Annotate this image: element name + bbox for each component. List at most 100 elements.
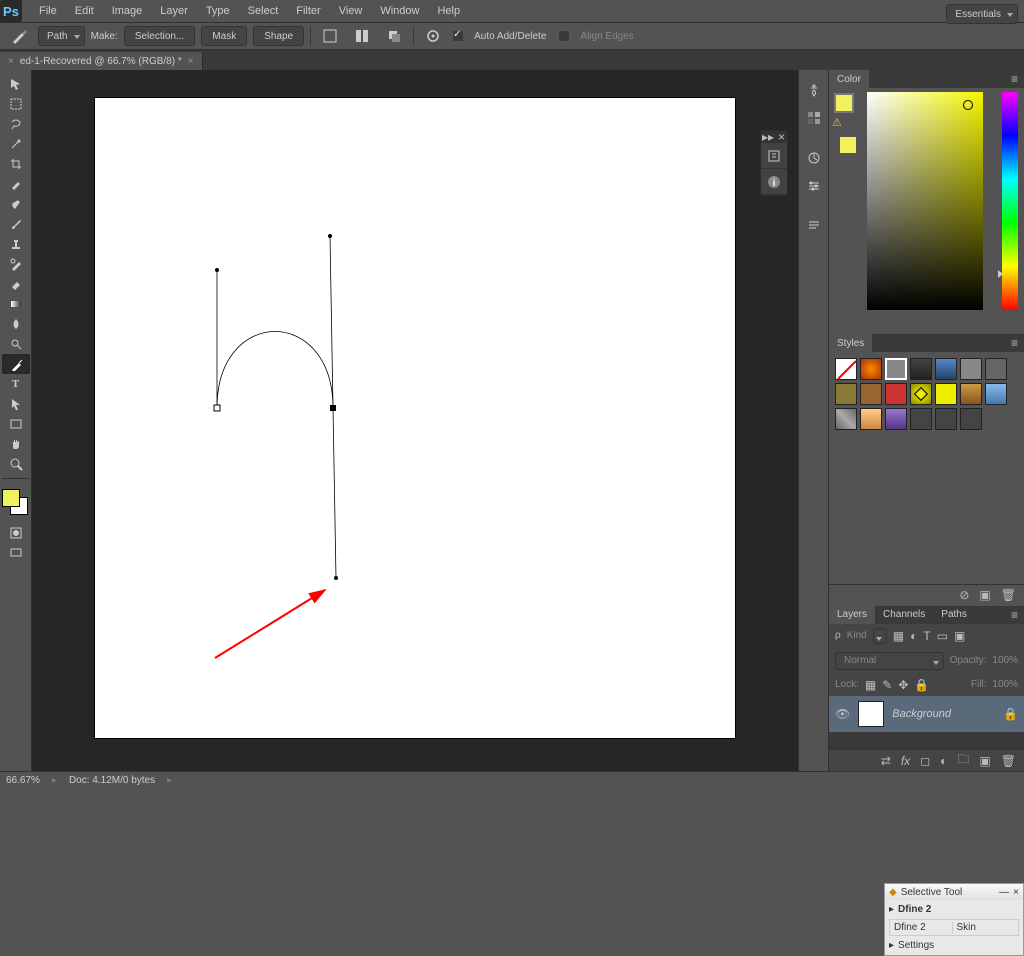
lock-pos-icon[interactable]: ✥ bbox=[898, 678, 908, 692]
heal-tool[interactable] bbox=[2, 194, 30, 214]
style-swatch[interactable] bbox=[935, 358, 957, 380]
lock-trans-icon[interactable]: ▦ bbox=[865, 678, 876, 692]
info-icon[interactable]: i bbox=[761, 169, 787, 195]
move-tool[interactable] bbox=[2, 74, 30, 94]
pen-tool[interactable] bbox=[2, 354, 30, 374]
adjustments-icon[interactable] bbox=[799, 144, 828, 172]
lock-paint-icon[interactable]: ✎ bbox=[882, 678, 892, 692]
blur-tool[interactable] bbox=[2, 314, 30, 334]
filter-kind-drop[interactable] bbox=[873, 628, 887, 644]
doc-tab-extra-close[interactable]: × bbox=[8, 56, 14, 67]
lasso-tool[interactable] bbox=[2, 114, 30, 134]
path-op1-icon[interactable] bbox=[317, 25, 343, 47]
style-swatch[interactable] bbox=[860, 358, 882, 380]
fill-value[interactable]: 100% bbox=[992, 679, 1018, 690]
paragraph-icon[interactable] bbox=[799, 212, 828, 240]
menu-image[interactable]: Image bbox=[103, 5, 152, 17]
settings-label[interactable]: Settings bbox=[898, 940, 934, 951]
color-field[interactable] bbox=[867, 92, 983, 310]
layer-thumb[interactable] bbox=[858, 701, 884, 727]
wand-tool[interactable] bbox=[2, 134, 30, 154]
menu-file[interactable]: File bbox=[30, 5, 66, 17]
style-swatch[interactable] bbox=[935, 383, 957, 405]
zoom-tool[interactable] bbox=[2, 454, 30, 474]
new-layer-icon[interactable]: ▣ bbox=[979, 754, 990, 768]
fx-icon[interactable]: fx bbox=[901, 754, 910, 768]
style-swatch[interactable] bbox=[860, 408, 882, 430]
filter-kind[interactable]: Kind bbox=[847, 630, 867, 641]
mask-button[interactable]: Mask bbox=[201, 26, 247, 46]
style-swatch[interactable] bbox=[835, 383, 857, 405]
canvas[interactable] bbox=[95, 98, 735, 738]
menu-window[interactable]: Window bbox=[371, 5, 428, 17]
style-swatch[interactable] bbox=[835, 358, 857, 380]
skin-sub[interactable]: Skin bbox=[953, 922, 1015, 933]
channels-tab[interactable]: Channels bbox=[875, 606, 933, 624]
brush-tool[interactable] bbox=[2, 214, 30, 234]
close-tab-icon[interactable]: × bbox=[188, 56, 194, 67]
blend-mode-select[interactable]: Normal bbox=[835, 652, 944, 670]
layer-name[interactable]: Background bbox=[892, 708, 995, 720]
adjustment-icon[interactable]: ◐ bbox=[940, 754, 947, 768]
trash-icon[interactable]: 🗑 bbox=[1001, 588, 1016, 602]
screenmode-tool[interactable] bbox=[2, 543, 30, 563]
dodge-tool[interactable] bbox=[2, 334, 30, 354]
style-swatch[interactable] bbox=[885, 408, 907, 430]
panel-menu-icon[interactable]: ≡ bbox=[1005, 72, 1024, 86]
align-edges-checkbox[interactable] bbox=[558, 30, 570, 42]
eraser-tool[interactable] bbox=[2, 274, 30, 294]
minimize-panel-icon[interactable]: — bbox=[999, 887, 1009, 898]
quickmask-tool[interactable] bbox=[2, 523, 30, 543]
menu-layer[interactable]: Layer bbox=[151, 5, 197, 17]
rectangle-tool[interactable] bbox=[2, 414, 30, 434]
close-panel-icon[interactable]: × bbox=[1013, 887, 1019, 898]
style-swatch[interactable] bbox=[885, 358, 907, 380]
marquee-tool[interactable] bbox=[2, 94, 30, 114]
path-arrange-icon[interactable] bbox=[381, 25, 407, 47]
style-swatch[interactable] bbox=[885, 383, 907, 405]
filter-pixel-icon[interactable]: ▦ bbox=[893, 629, 904, 643]
pen-tool-icon[interactable] bbox=[6, 25, 32, 47]
styles-tab[interactable]: Styles bbox=[829, 334, 872, 352]
path-align-icon[interactable] bbox=[349, 25, 375, 47]
menu-filter[interactable]: Filter bbox=[287, 5, 329, 17]
auto-add-delete-checkbox[interactable] bbox=[452, 30, 464, 42]
style-swatch[interactable] bbox=[935, 408, 957, 430]
doc-tab[interactable]: × ed-1-Recovered @ 66.7% (RGB/8) * × bbox=[0, 52, 203, 70]
swatches-icon[interactable] bbox=[799, 104, 828, 132]
menu-select[interactable]: Select bbox=[239, 5, 288, 17]
dfine-sub[interactable]: Dfine 2 bbox=[894, 922, 953, 933]
no-icon[interactable]: ⊘ bbox=[959, 588, 969, 602]
style-swatch[interactable] bbox=[835, 408, 857, 430]
lock-all-icon[interactable]: 🔒 bbox=[914, 678, 929, 692]
menu-edit[interactable]: Edit bbox=[66, 5, 103, 17]
delete-layer-icon[interactable]: 🗑 bbox=[1001, 754, 1016, 768]
style-swatch[interactable] bbox=[910, 383, 932, 405]
properties-icon[interactable] bbox=[761, 143, 787, 169]
panel-menu-icon[interactable]: ≡ bbox=[1005, 608, 1024, 622]
color-swatches[interactable] bbox=[0, 489, 31, 523]
gear-icon[interactable] bbox=[420, 25, 446, 47]
eyedropper-tool[interactable] bbox=[2, 174, 30, 194]
style-swatch[interactable] bbox=[985, 358, 1007, 380]
workspace-select[interactable]: Essentials bbox=[946, 4, 1018, 24]
menu-help[interactable]: Help bbox=[428, 5, 469, 17]
layers-tab[interactable]: Layers bbox=[829, 606, 875, 624]
stamp-tool[interactable] bbox=[2, 234, 30, 254]
selection-button[interactable]: Selection... bbox=[124, 26, 195, 46]
style-swatch[interactable] bbox=[985, 383, 1007, 405]
mask-icon[interactable]: ◻ bbox=[920, 754, 930, 768]
group-icon[interactable]: 🗀 bbox=[957, 750, 969, 771]
shape-button[interactable]: Shape bbox=[253, 26, 304, 46]
style-swatch[interactable] bbox=[960, 383, 982, 405]
filter-shape-icon[interactable]: ▭ bbox=[937, 629, 948, 643]
foreground-swatch[interactable] bbox=[2, 489, 20, 507]
link-icon[interactable]: ⇄ bbox=[881, 754, 891, 768]
style-swatch[interactable] bbox=[960, 408, 982, 430]
visibility-icon[interactable]: 👁 bbox=[835, 707, 850, 721]
style-swatch[interactable] bbox=[910, 408, 932, 430]
new-style-icon[interactable]: ▣ bbox=[979, 588, 990, 602]
layer-row[interactable]: 👁 Background 🔒 bbox=[829, 696, 1024, 732]
history-brush-tool[interactable] bbox=[2, 254, 30, 274]
style-swatch[interactable] bbox=[910, 358, 932, 380]
